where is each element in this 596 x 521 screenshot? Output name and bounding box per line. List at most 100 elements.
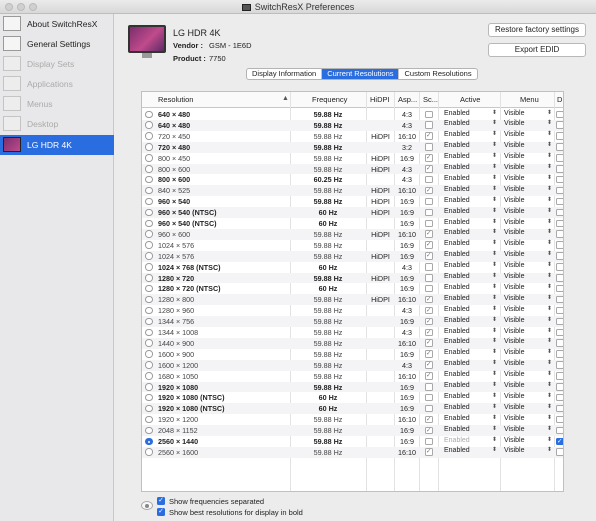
table-row[interactable]: 840 × 52559.88 HzHiDPI16:10Enabled⬍Visib… [142,185,563,197]
scaled-checkbox[interactable] [425,339,433,347]
table-row[interactable]: 1344 × 1008 59.88 Hz 4:3 Enabled ⬍ Visible ⬍ [142,327,563,338]
default-checkbox[interactable] [556,437,563,445]
sidebar-item-desktop[interactable]: Desktop [0,114,114,134]
table-row[interactable]: 800 × 60059.88 HzHiDPI4:3Enabled⬍Visible… [142,163,563,175]
table-row[interactable]: 1600 × 1200 59.88 Hz 4:3 Enabled ⬍ Visible ⬍ [142,359,563,371]
scaled-checkbox[interactable] [425,393,433,402]
table-row[interactable]: 1920 × 1080 (NTSC) 60 Hz 16:9 Enabled ⬍ Visib… [142,403,563,415]
sidebar-item-lg-hdr-4k[interactable]: LG HDR 4K [0,135,114,155]
select-resolution-radio[interactable] [145,350,153,358]
default-checkbox[interactable] [556,295,563,304]
select-resolution-radio[interactable] [145,274,153,282]
table-row[interactable]: 1680 × 1050 59.88 Hz 16:10 Enabled ⬍ Visible ⬍ [142,371,563,382]
table-row[interactable]: 1024 × 57659.88 HzHiDPI16:9Enabled⬍Visib… [142,250,563,262]
active-popup[interactable]: Enabled ⬍ [444,186,497,196]
menu-popup[interactable]: Visible ⬍ [504,295,552,305]
scaled-checkbox[interactable] [425,295,433,304]
menu-popup[interactable]: Visible ⬍ [504,142,552,152]
menu-popup[interactable]: Visible ⬍ [504,393,552,403]
select-resolution-radio[interactable] [145,448,153,456]
default-checkbox[interactable] [556,448,563,456]
default-checkbox[interactable] [556,186,563,195]
sidebar-item-menus[interactable]: Menus [0,94,114,114]
active-popup[interactable]: Enabled ⬍ [444,447,497,457]
active-popup[interactable]: Enabled ⬍ [444,426,497,436]
table-row[interactable]: 1280 × 960 59.88 Hz 4:3 Enabled ⬍ Visible ⬍ [142,305,563,316]
select-resolution-radio[interactable] [145,132,153,140]
table-row[interactable]: 720 × 45059.88 HzHiDPI16:10Enabled⬍Visib… [142,131,563,142]
scaled-checkbox[interactable] [425,404,433,413]
select-resolution-radio[interactable] [145,175,153,184]
active-popup[interactable]: Enabled ⬍ [444,306,497,316]
active-popup[interactable]: Enabled ⬍ [444,197,497,207]
sidebar-item-applications[interactable]: Applications [0,74,114,94]
select-resolution-radio[interactable] [145,426,153,435]
column-header-d[interactable]: D [557,95,562,104]
table-row[interactable]: 1920 × 1200 59.88 Hz 16:10 Enabled ⬍ Visible ⬍ [142,414,563,425]
table-row[interactable]: 2560 × 1440 59.88 Hz 16:9 Enabled ⬍ Visible ⬍ [142,436,563,447]
scaled-checkbox[interactable] [425,252,433,260]
select-resolution-radio[interactable] [145,328,153,336]
table-row[interactable]: 800 × 45059.88 HzHiDPI16:9Enabled⬍Visibl… [142,153,563,164]
menu-popup[interactable]: Visible ⬍ [504,153,552,163]
menu-popup[interactable]: Visible ⬍ [504,164,552,174]
menu-popup[interactable]: Visible ⬍ [504,360,552,370]
active-popup[interactable]: Enabled ⬍ [444,208,497,218]
default-checkbox[interactable] [556,361,563,369]
select-resolution-radio[interactable] [145,317,153,326]
scaled-checkbox[interactable] [425,361,433,369]
default-checkbox[interactable] [556,263,563,271]
select-resolution-radio[interactable] [145,284,153,293]
default-checkbox[interactable] [556,175,563,184]
active-popup[interactable]: Enabled ⬍ [444,219,497,229]
select-resolution-radio[interactable] [145,154,153,162]
tab-current-resolutions[interactable]: Current Resolutions [322,69,400,79]
select-resolution-radio[interactable] [145,219,153,227]
table-row[interactable]: 1024 × 768 (NTSC) 60 Hz 4:3 Enabled ⬍ Visible… [142,262,563,273]
column-header-active[interactable]: Active [460,95,480,104]
default-checkbox[interactable] [556,372,563,380]
default-checkbox[interactable] [556,306,563,315]
table-row[interactable]: 1024 × 576 59.88 Hz 16:9 Enabled ⬍ Visible ⬍ [142,240,563,251]
active-popup[interactable]: Enabled ⬍ [444,328,497,338]
table-row[interactable]: 960 × 540 (NTSC) 60 Hz HiDPI 16:9 Enabled ⬍ Vi… [142,207,563,218]
scaled-checkbox[interactable] [425,219,433,227]
column-header-menu[interactable]: Menu [520,95,539,104]
scaled-checkbox[interactable] [425,208,433,217]
menu-popup[interactable]: Visible ⬍ [504,131,552,141]
table-row[interactable]: 960 × 60059.88 HzHiDPI16:10Enabled⬍Visib… [142,228,563,240]
eye-icon[interactable] [141,501,153,510]
scaled-checkbox[interactable] [425,186,433,195]
select-resolution-radio[interactable] [145,383,153,391]
active-popup[interactable]: Enabled ⬍ [444,415,497,425]
menu-popup[interactable]: Visible ⬍ [504,219,552,229]
scaled-checkbox[interactable] [425,317,433,326]
table-row[interactable]: 960 × 540 (NTSC) 60 Hz 16:9 Enabled ⬍ Visible… [142,218,563,229]
active-popup[interactable]: Enabled ⬍ [444,164,497,174]
default-checkbox[interactable] [556,197,563,206]
scaled-checkbox[interactable] [425,437,433,445]
default-checkbox[interactable] [556,230,563,238]
menu-popup[interactable]: Visible ⬍ [504,415,552,425]
default-checkbox[interactable] [556,154,563,162]
select-resolution-radio[interactable] [145,208,153,217]
active-popup[interactable]: Enabled ⬍ [444,153,497,163]
select-resolution-radio[interactable] [145,361,153,369]
active-popup[interactable]: Enabled ⬍ [444,110,497,120]
menu-popup[interactable]: Visible ⬍ [504,240,552,250]
tab-custom-resolutions[interactable]: Custom Resolutions [399,69,476,79]
menu-popup[interactable]: Visible ⬍ [504,338,552,348]
default-checkbox[interactable] [556,252,563,260]
select-resolution-radio[interactable] [145,437,153,445]
active-popup[interactable]: Enabled ⬍ [444,437,497,447]
scaled-checkbox[interactable] [425,284,433,293]
select-resolution-radio[interactable] [145,110,153,118]
menu-popup[interactable]: Visible ⬍ [504,371,552,381]
sidebar-item-display-sets[interactable]: Display Sets [0,54,114,74]
default-checkbox[interactable] [556,317,563,326]
scaled-checkbox[interactable] [425,143,433,151]
default-checkbox[interactable] [556,219,563,227]
resolutions-table[interactable]: Resolution ▲ Frequency HiDPI Asp... Sc..… [141,91,564,492]
column-header-hidpi[interactable]: HiDPI [370,95,390,104]
scaled-checkbox[interactable] [425,110,433,118]
